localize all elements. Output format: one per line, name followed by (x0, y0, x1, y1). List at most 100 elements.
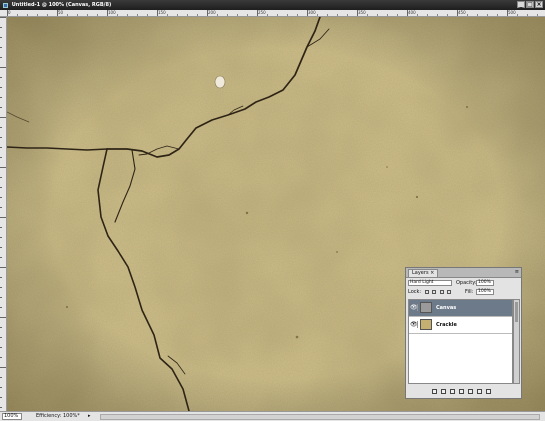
blend-opacity-row: Hard Light Opacity: 100% (408, 279, 519, 287)
ruler-minor-tick (267, 14, 268, 16)
ruler-minor-tick (137, 14, 138, 16)
ruler-minor-tick (497, 14, 498, 16)
ruler-label: 200 (208, 10, 216, 15)
opacity-field[interactable]: 100% (476, 280, 494, 286)
lock-transparency-icon[interactable] (424, 289, 429, 294)
window-buttons: _ □ × (517, 1, 543, 8)
ruler-label: 0 (8, 10, 11, 15)
ruler-tick (0, 327, 2, 328)
lock-all-icon[interactable] (447, 289, 452, 294)
ruler-minor-tick (77, 14, 78, 16)
ruler-tick (0, 77, 2, 78)
ruler-minor-tick (327, 14, 328, 16)
ruler-tick (0, 277, 2, 278)
layer-name: Canvas (436, 305, 457, 311)
ruler-tick (0, 17, 6, 18)
ruler-tick (0, 197, 2, 198)
ruler-minor-tick (277, 14, 278, 16)
ruler-tick (0, 27, 2, 28)
ruler-tick (0, 337, 2, 338)
layers-tab[interactable]: Layers × (408, 269, 439, 277)
layers-panel-titlebar[interactable]: Layers × ≡ (406, 268, 521, 278)
fill-label: Fill: (465, 289, 474, 295)
ruler-minor-tick (447, 14, 448, 16)
blend-mode-select[interactable]: Hard Light (408, 280, 452, 286)
ruler-minor-tick (287, 14, 288, 16)
new-layer-icon[interactable] (477, 389, 482, 394)
ruler-tick (0, 407, 2, 408)
maximize-button[interactable]: □ (526, 1, 534, 8)
ruler-tick (0, 397, 2, 398)
photoshop-doc-icon (3, 2, 8, 8)
layer-thumbnail (420, 302, 432, 313)
lock-label: Lock: (408, 289, 422, 295)
ruler-minor-tick (67, 14, 68, 16)
efficiency-readout: Efficiency: 100%* (36, 413, 80, 419)
layers-footer (408, 387, 519, 396)
ruler-tick (0, 127, 2, 128)
scrollbar-thumb[interactable] (515, 302, 518, 322)
layers-panel[interactable]: Layers × ≡ Hard Light Opacity: 100% Lock… (405, 267, 522, 399)
zoom-field[interactable]: 100% (2, 413, 22, 420)
ruler-tick (0, 107, 2, 108)
ruler-minor-tick (167, 14, 168, 16)
ruler-tick (0, 87, 2, 88)
status-menu-arrow-icon[interactable]: ▸ (88, 412, 91, 421)
ruler-tick (0, 47, 2, 48)
fill-field[interactable]: 100% (476, 289, 494, 295)
ruler-tick (0, 167, 6, 168)
ruler-minor-tick (397, 14, 398, 16)
document-title-bar[interactable]: Untitled-1 @ 100% (Canvas, RGB/8) _ □ × (0, 0, 545, 10)
ruler-label: 350 (358, 10, 366, 15)
ruler-tick (0, 147, 2, 148)
ruler-tick (0, 227, 2, 228)
ruler-label: 500 (508, 10, 516, 15)
vertical-ruler[interactable] (0, 17, 7, 411)
ruler-label: 50 (58, 10, 64, 15)
ruler-minor-tick (377, 14, 378, 16)
layer-row[interactable]: 👁 Canvas (409, 300, 512, 317)
horizontal-ruler[interactable]: 0 50 100 150 200 250 300 350 400 450 500 (0, 10, 545, 17)
ruler-minor-tick (227, 14, 228, 16)
ruler-label: 400 (408, 10, 416, 15)
ruler-minor-tick (217, 14, 218, 16)
layer-mask-icon[interactable] (450, 389, 455, 394)
eye-icon[interactable]: 👁 (410, 304, 418, 311)
adjustment-layer-icon[interactable] (459, 389, 464, 394)
ruler-minor-tick (47, 14, 48, 16)
ruler-minor-tick (317, 14, 318, 16)
panel-menu-icon[interactable]: ≡ (515, 269, 519, 276)
minimize-button[interactable]: _ (517, 1, 525, 8)
ruler-minor-tick (37, 14, 38, 16)
close-button[interactable]: × (535, 1, 543, 8)
horizontal-scrollbar[interactable] (100, 414, 540, 420)
lock-pixels-icon[interactable] (432, 289, 437, 294)
layer-thumbnail (420, 319, 432, 330)
layer-name: Crackle (436, 322, 457, 328)
ruler-tick (0, 387, 2, 388)
ruler-tick (0, 117, 6, 118)
ruler-minor-tick (487, 14, 488, 16)
ruler-tick (0, 207, 2, 208)
ruler-label: 300 (308, 10, 316, 15)
layers-list[interactable]: 👁 Canvas 👁 Crackle (408, 299, 513, 384)
fx-icon[interactable] (441, 389, 446, 394)
ruler-tick (0, 187, 2, 188)
ruler-tick (0, 67, 6, 68)
layers-scrollbar[interactable] (513, 299, 520, 384)
ruler-tick (0, 97, 2, 98)
ruler-tick (0, 287, 2, 288)
ruler-tick (0, 237, 2, 238)
ruler-minor-tick (177, 14, 178, 16)
lock-position-icon[interactable] (439, 289, 444, 294)
ruler-minor-tick (387, 14, 388, 16)
link-layers-icon[interactable] (432, 389, 437, 394)
eye-icon[interactable]: 👁 (410, 321, 418, 328)
status-bar: 100% Efficiency: 100%* ▸ (0, 411, 545, 421)
ruler-minor-tick (427, 14, 428, 16)
trash-icon[interactable] (486, 389, 491, 394)
group-icon[interactable] (468, 389, 473, 394)
ruler-tick (0, 347, 2, 348)
layer-row[interactable]: 👁 Crackle (409, 317, 512, 334)
ruler-tick (0, 137, 2, 138)
